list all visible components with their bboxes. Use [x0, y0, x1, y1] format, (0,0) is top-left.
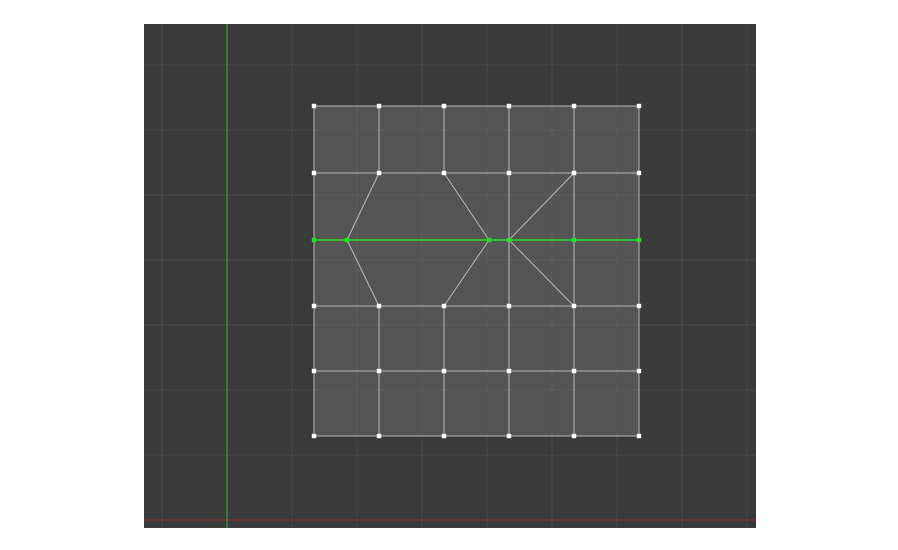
vertex[interactable]: [507, 104, 511, 108]
vertex[interactable]: [312, 369, 316, 373]
vertex[interactable]: [637, 304, 641, 308]
vertex[interactable]: [442, 171, 446, 175]
vertex[interactable]: [377, 104, 381, 108]
vertex[interactable]: [572, 369, 576, 373]
vertex[interactable]: [507, 369, 511, 373]
vertex-selected[interactable]: [572, 238, 576, 242]
vertex[interactable]: [507, 304, 511, 308]
vertex[interactable]: [637, 369, 641, 373]
vertex[interactable]: [442, 434, 446, 438]
vertex[interactable]: [572, 304, 576, 308]
viewport-3d[interactable]: [144, 24, 756, 528]
vertex-selected[interactable]: [312, 238, 316, 242]
vertex[interactable]: [442, 304, 446, 308]
vertex[interactable]: [377, 434, 381, 438]
vertex[interactable]: [312, 434, 316, 438]
vertex[interactable]: [637, 434, 641, 438]
vertex[interactable]: [637, 104, 641, 108]
vertex[interactable]: [312, 104, 316, 108]
vertex[interactable]: [572, 434, 576, 438]
mesh-faces: [314, 106, 639, 436]
vertex[interactable]: [442, 369, 446, 373]
viewport-canvas[interactable]: [144, 24, 756, 528]
vertex[interactable]: [637, 171, 641, 175]
vertex[interactable]: [377, 304, 381, 308]
vertex-selected[interactable]: [345, 238, 349, 242]
vertex-selected[interactable]: [507, 238, 511, 242]
vertex[interactable]: [507, 434, 511, 438]
vertex-selected[interactable]: [487, 238, 491, 242]
vertex[interactable]: [507, 171, 511, 175]
vertex[interactable]: [312, 304, 316, 308]
vertex[interactable]: [377, 171, 381, 175]
vertex[interactable]: [572, 171, 576, 175]
vertex-selected[interactable]: [637, 238, 641, 242]
vertex[interactable]: [377, 369, 381, 373]
vertex[interactable]: [572, 104, 576, 108]
vertex[interactable]: [442, 104, 446, 108]
vertex[interactable]: [312, 171, 316, 175]
